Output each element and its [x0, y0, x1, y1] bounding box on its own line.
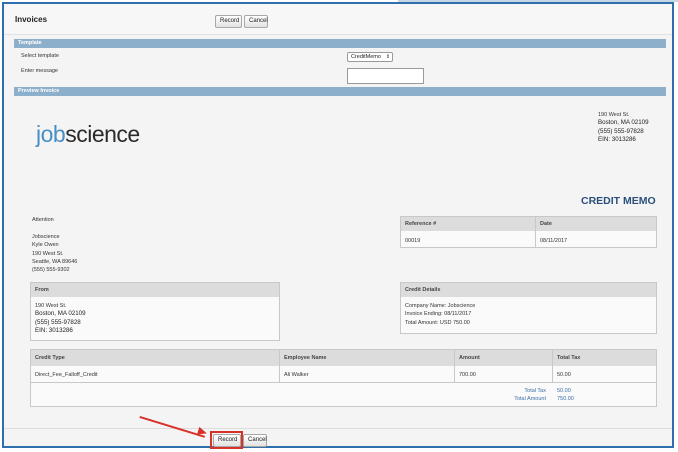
total-amount-label: Total Amount [514, 396, 546, 402]
attention-line: 190 West St. [32, 250, 64, 257]
cell-amount: 700.00 [459, 372, 476, 378]
attention-address: Jobscience Kyle Owen 190 West St. Seattl… [32, 233, 77, 274]
col-divider [279, 350, 280, 382]
col-header-credit-type: Credit Type [35, 355, 65, 361]
credit-company-name: Company Name: Jobscience [405, 303, 476, 309]
company-ein: EIN: 3013286 [598, 135, 636, 143]
cell-total-tax: 50.00 [557, 372, 571, 378]
reference-divider [535, 217, 536, 247]
record-button-highlight [210, 431, 243, 449]
attention-line: Jobscience [32, 234, 60, 240]
col-header-amount: Amount [459, 355, 480, 361]
total-tax-label: Total Tax [524, 388, 546, 394]
from-ein: EIN: 3013286 [35, 326, 73, 334]
document-title: CREDIT MEMO [581, 195, 656, 207]
company-phone: (555) 555-97828 [598, 127, 644, 135]
credit-details-header: Credit Details [401, 283, 656, 297]
credit-details-body: Company Name: Jobscience Invoice Ending:… [405, 302, 475, 327]
cell-credit-type: Direct_Fee_Falloff_Credit [35, 372, 98, 378]
line-items-table: Credit Type Employee Name Amount Total T… [30, 349, 657, 407]
from-phone: (555) 555-97828 [35, 318, 81, 326]
attention-line: Kyle Owen [32, 242, 59, 249]
logo-text-job: job [36, 121, 66, 147]
logo-text-science: science [65, 121, 140, 147]
from-addr2: Boston, MA 02109 [35, 310, 86, 318]
total-tax-value: 50.00 [557, 388, 571, 394]
credit-invoice-ending: Invoice Ending: 08/11/2017 [405, 311, 472, 318]
template-section-header: Template [14, 39, 666, 48]
template-select[interactable]: CreditMemo ⇕ [347, 52, 393, 62]
credit-total-amount: Total Amount: USD 750.00 [405, 319, 470, 326]
date-value: 08/11/2017 [540, 238, 568, 244]
reference-box: Reference # Date 00019 08/11/2017 [400, 216, 657, 248]
col-header-total-tax: Total Tax [557, 355, 581, 361]
record-button-top[interactable]: Record [215, 15, 242, 28]
preview-section-header: Preview Invoice [14, 87, 666, 96]
total-amount-value: 750.00 [557, 396, 574, 402]
reference-box-header [401, 217, 656, 231]
col-divider [454, 350, 455, 382]
attention-line: Seattle, WA 89646 [32, 258, 78, 265]
page-title: Invoices [15, 15, 48, 24]
company-address: 190 West St. Boston, MA 02109 (555) 555-… [598, 111, 649, 144]
company-logo: jobscience [36, 121, 140, 148]
footer-divider [4, 428, 672, 429]
col-divider [552, 350, 553, 382]
select-arrows-icon: ⇕ [385, 54, 390, 60]
title-bar: Invoices [4, 4, 672, 35]
template-select-value: CreditMemo [351, 54, 381, 60]
cell-employee-name: Ali Walker [284, 372, 309, 378]
cancel-button-bottom[interactable]: Cancel [243, 434, 267, 447]
from-box: From 190 West St. Boston, MA 02109 (555)… [30, 282, 280, 341]
cancel-button-top[interactable]: Cancel [244, 15, 268, 28]
from-address: 190 West St. Boston, MA 02109 (555) 555-… [35, 302, 86, 335]
select-template-label: Select template [21, 53, 59, 59]
row-divider [31, 382, 656, 383]
attention-label: Attention [32, 217, 54, 223]
reference-value: 00019 [405, 238, 421, 244]
enter-message-label: Enter message [21, 68, 58, 74]
date-header: Date [540, 221, 552, 227]
company-addr1: 190 West St. [598, 112, 630, 118]
attention-line: (555) 555-9302 [32, 267, 70, 274]
from-box-header: From [31, 283, 279, 297]
reference-header: Reference # [405, 221, 437, 227]
company-addr2: Boston, MA 02109 [598, 119, 649, 127]
col-header-employee-name: Employee Name [284, 355, 327, 361]
credit-details-box: Credit Details Company Name: Jobscience … [400, 282, 657, 334]
message-textarea[interactable] [347, 68, 424, 84]
from-addr1: 190 West St. [35, 303, 67, 309]
